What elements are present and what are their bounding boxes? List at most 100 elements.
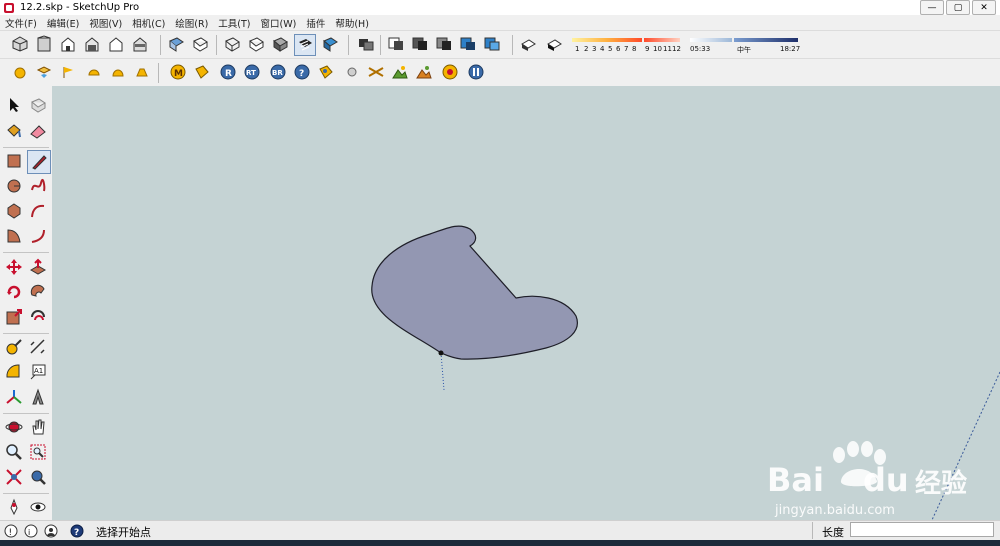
pause-icon[interactable]	[466, 62, 486, 82]
shadows-toggle-icon[interactable]	[518, 34, 538, 54]
scale-icon[interactable]	[3, 306, 25, 328]
window-title: 12.2.skp - SketchUp Pro	[20, 2, 140, 13]
arc-icon[interactable]	[27, 200, 49, 222]
half-sphere-icon[interactable]	[84, 62, 104, 82]
monochrome-icon[interactable]	[320, 34, 340, 54]
zoom-window-icon[interactable]	[27, 441, 49, 463]
hidden-line-icon[interactable]	[246, 34, 266, 54]
stamp-icon[interactable]	[132, 62, 152, 82]
display-section-cuts-icon[interactable]	[434, 34, 454, 54]
landscape-icon[interactable]	[390, 62, 410, 82]
pie-icon[interactable]	[3, 225, 25, 247]
drawn-face-shape[interactable]	[371, 225, 578, 360]
close-button[interactable]: ✕	[972, 0, 996, 15]
position-camera-icon[interactable]	[3, 496, 25, 518]
instructor-help-icon[interactable]: ?	[70, 524, 84, 541]
shadow-month-ramp[interactable]	[572, 38, 642, 42]
wireframe-icon[interactable]	[222, 34, 242, 54]
menu-window[interactable]: 窗口(W)	[256, 16, 302, 30]
protractor-icon[interactable]	[3, 361, 25, 383]
shaded-icon[interactable]	[270, 34, 290, 54]
xray-icon[interactable]	[166, 34, 186, 54]
measurements-input[interactable]	[850, 522, 994, 537]
previous-view-icon[interactable]	[27, 466, 49, 488]
menu-view[interactable]: 视图(V)	[84, 16, 127, 30]
credits-icon[interactable]: i	[24, 524, 38, 541]
restore-button[interactable]: ▢	[946, 0, 970, 15]
section-plane-icon[interactable]	[386, 34, 406, 54]
look-around-icon[interactable]	[27, 496, 49, 518]
layers-icon[interactable]	[356, 34, 376, 54]
plugin-r-icon[interactable]: R	[218, 62, 238, 82]
menu-tools[interactable]: 工具(T)	[213, 16, 255, 30]
menu-draw[interactable]: 绘图(R)	[170, 16, 213, 30]
two-point-arc-icon[interactable]	[27, 225, 49, 247]
user-account-icon[interactable]	[44, 524, 58, 541]
text-tool-icon[interactable]: A1	[27, 361, 49, 383]
orbit-icon[interactable]	[3, 416, 25, 438]
select-arrow-icon[interactable]	[3, 94, 25, 116]
axes-icon[interactable]	[3, 386, 25, 408]
cross-arrows-icon[interactable]	[366, 62, 386, 82]
make-component-icon[interactable]	[27, 94, 49, 116]
front-view-icon[interactable]	[58, 34, 78, 54]
shadow-time-ramp[interactable]	[690, 38, 732, 42]
plugin-tag-icon[interactable]	[192, 62, 212, 82]
small-sphere-icon[interactable]	[342, 62, 362, 82]
fog-toggle-icon[interactable]	[544, 34, 564, 54]
iso-view-icon[interactable]	[10, 34, 30, 54]
toolbar-separator	[160, 35, 161, 55]
geo-location-icon[interactable]: !	[4, 524, 18, 541]
left-view-icon[interactable]	[130, 34, 150, 54]
offset-icon[interactable]	[27, 306, 49, 328]
flag-icon[interactable]	[58, 62, 78, 82]
menu-plugins[interactable]: 插件	[301, 16, 330, 30]
terrain-icon[interactable]	[414, 62, 434, 82]
3d-text-icon[interactable]	[27, 386, 49, 408]
menu-edit[interactable]: 编辑(E)	[42, 16, 84, 30]
polygon-icon[interactable]	[3, 200, 25, 222]
plugin-rt-icon[interactable]: RT	[242, 62, 262, 82]
stack-icon[interactable]	[34, 62, 54, 82]
svg-text:R: R	[225, 69, 232, 79]
dimension-icon[interactable]	[27, 336, 49, 358]
right-view-icon[interactable]	[82, 34, 102, 54]
rotate-icon[interactable]	[3, 281, 25, 303]
circle-icon[interactable]	[3, 175, 25, 197]
dome-icon[interactable]	[108, 62, 128, 82]
zoom-icon[interactable]	[3, 441, 25, 463]
minimize-button[interactable]: —	[920, 0, 944, 15]
shaded-textures-icon[interactable]	[294, 34, 316, 56]
zoom-extents-icon[interactable]	[3, 466, 25, 488]
month-tick: 6	[616, 45, 621, 53]
rectangle-icon[interactable]	[3, 150, 25, 172]
back-edges-icon[interactable]	[190, 34, 210, 54]
plugin-m-icon[interactable]: M	[168, 62, 188, 82]
tape-measure-icon[interactable]	[3, 336, 25, 358]
back-view-icon[interactable]	[106, 34, 126, 54]
plugin-br-icon[interactable]: BR	[268, 62, 288, 82]
pan-hand-icon[interactable]	[27, 416, 49, 438]
help-icon[interactable]: ?	[292, 62, 312, 82]
move-icon[interactable]	[3, 256, 25, 278]
menu-file[interactable]: 文件(F)	[0, 16, 42, 30]
push-pull-icon[interactable]	[27, 256, 49, 278]
top-view-icon[interactable]	[34, 34, 54, 54]
watermark-brand-b: du	[863, 461, 909, 499]
yellow-sphere-icon[interactable]	[10, 62, 30, 82]
title-bar: 12.2.skp - SketchUp Pro — ▢ ✕	[0, 0, 1000, 15]
target-icon[interactable]	[440, 62, 460, 82]
model-viewport[interactable]: Bai du 经验 jingyan.baidu.com	[52, 86, 1000, 520]
follow-me-icon[interactable]	[27, 281, 49, 303]
line-pencil-icon[interactable]	[27, 150, 51, 174]
watermark-brand-a: Bai	[767, 461, 824, 499]
freehand-icon[interactable]	[27, 175, 49, 197]
paint-tag-icon[interactable]	[316, 62, 336, 82]
display-section-planes-icon[interactable]	[410, 34, 430, 54]
paint-bucket-icon[interactable]	[3, 120, 25, 142]
menu-camera[interactable]: 相机(C)	[127, 16, 170, 30]
menu-help[interactable]: 帮助(H)	[330, 16, 374, 30]
eraser-icon[interactable]	[27, 120, 49, 142]
materials-icon[interactable]	[482, 34, 502, 54]
components-icon[interactable]	[458, 34, 478, 54]
